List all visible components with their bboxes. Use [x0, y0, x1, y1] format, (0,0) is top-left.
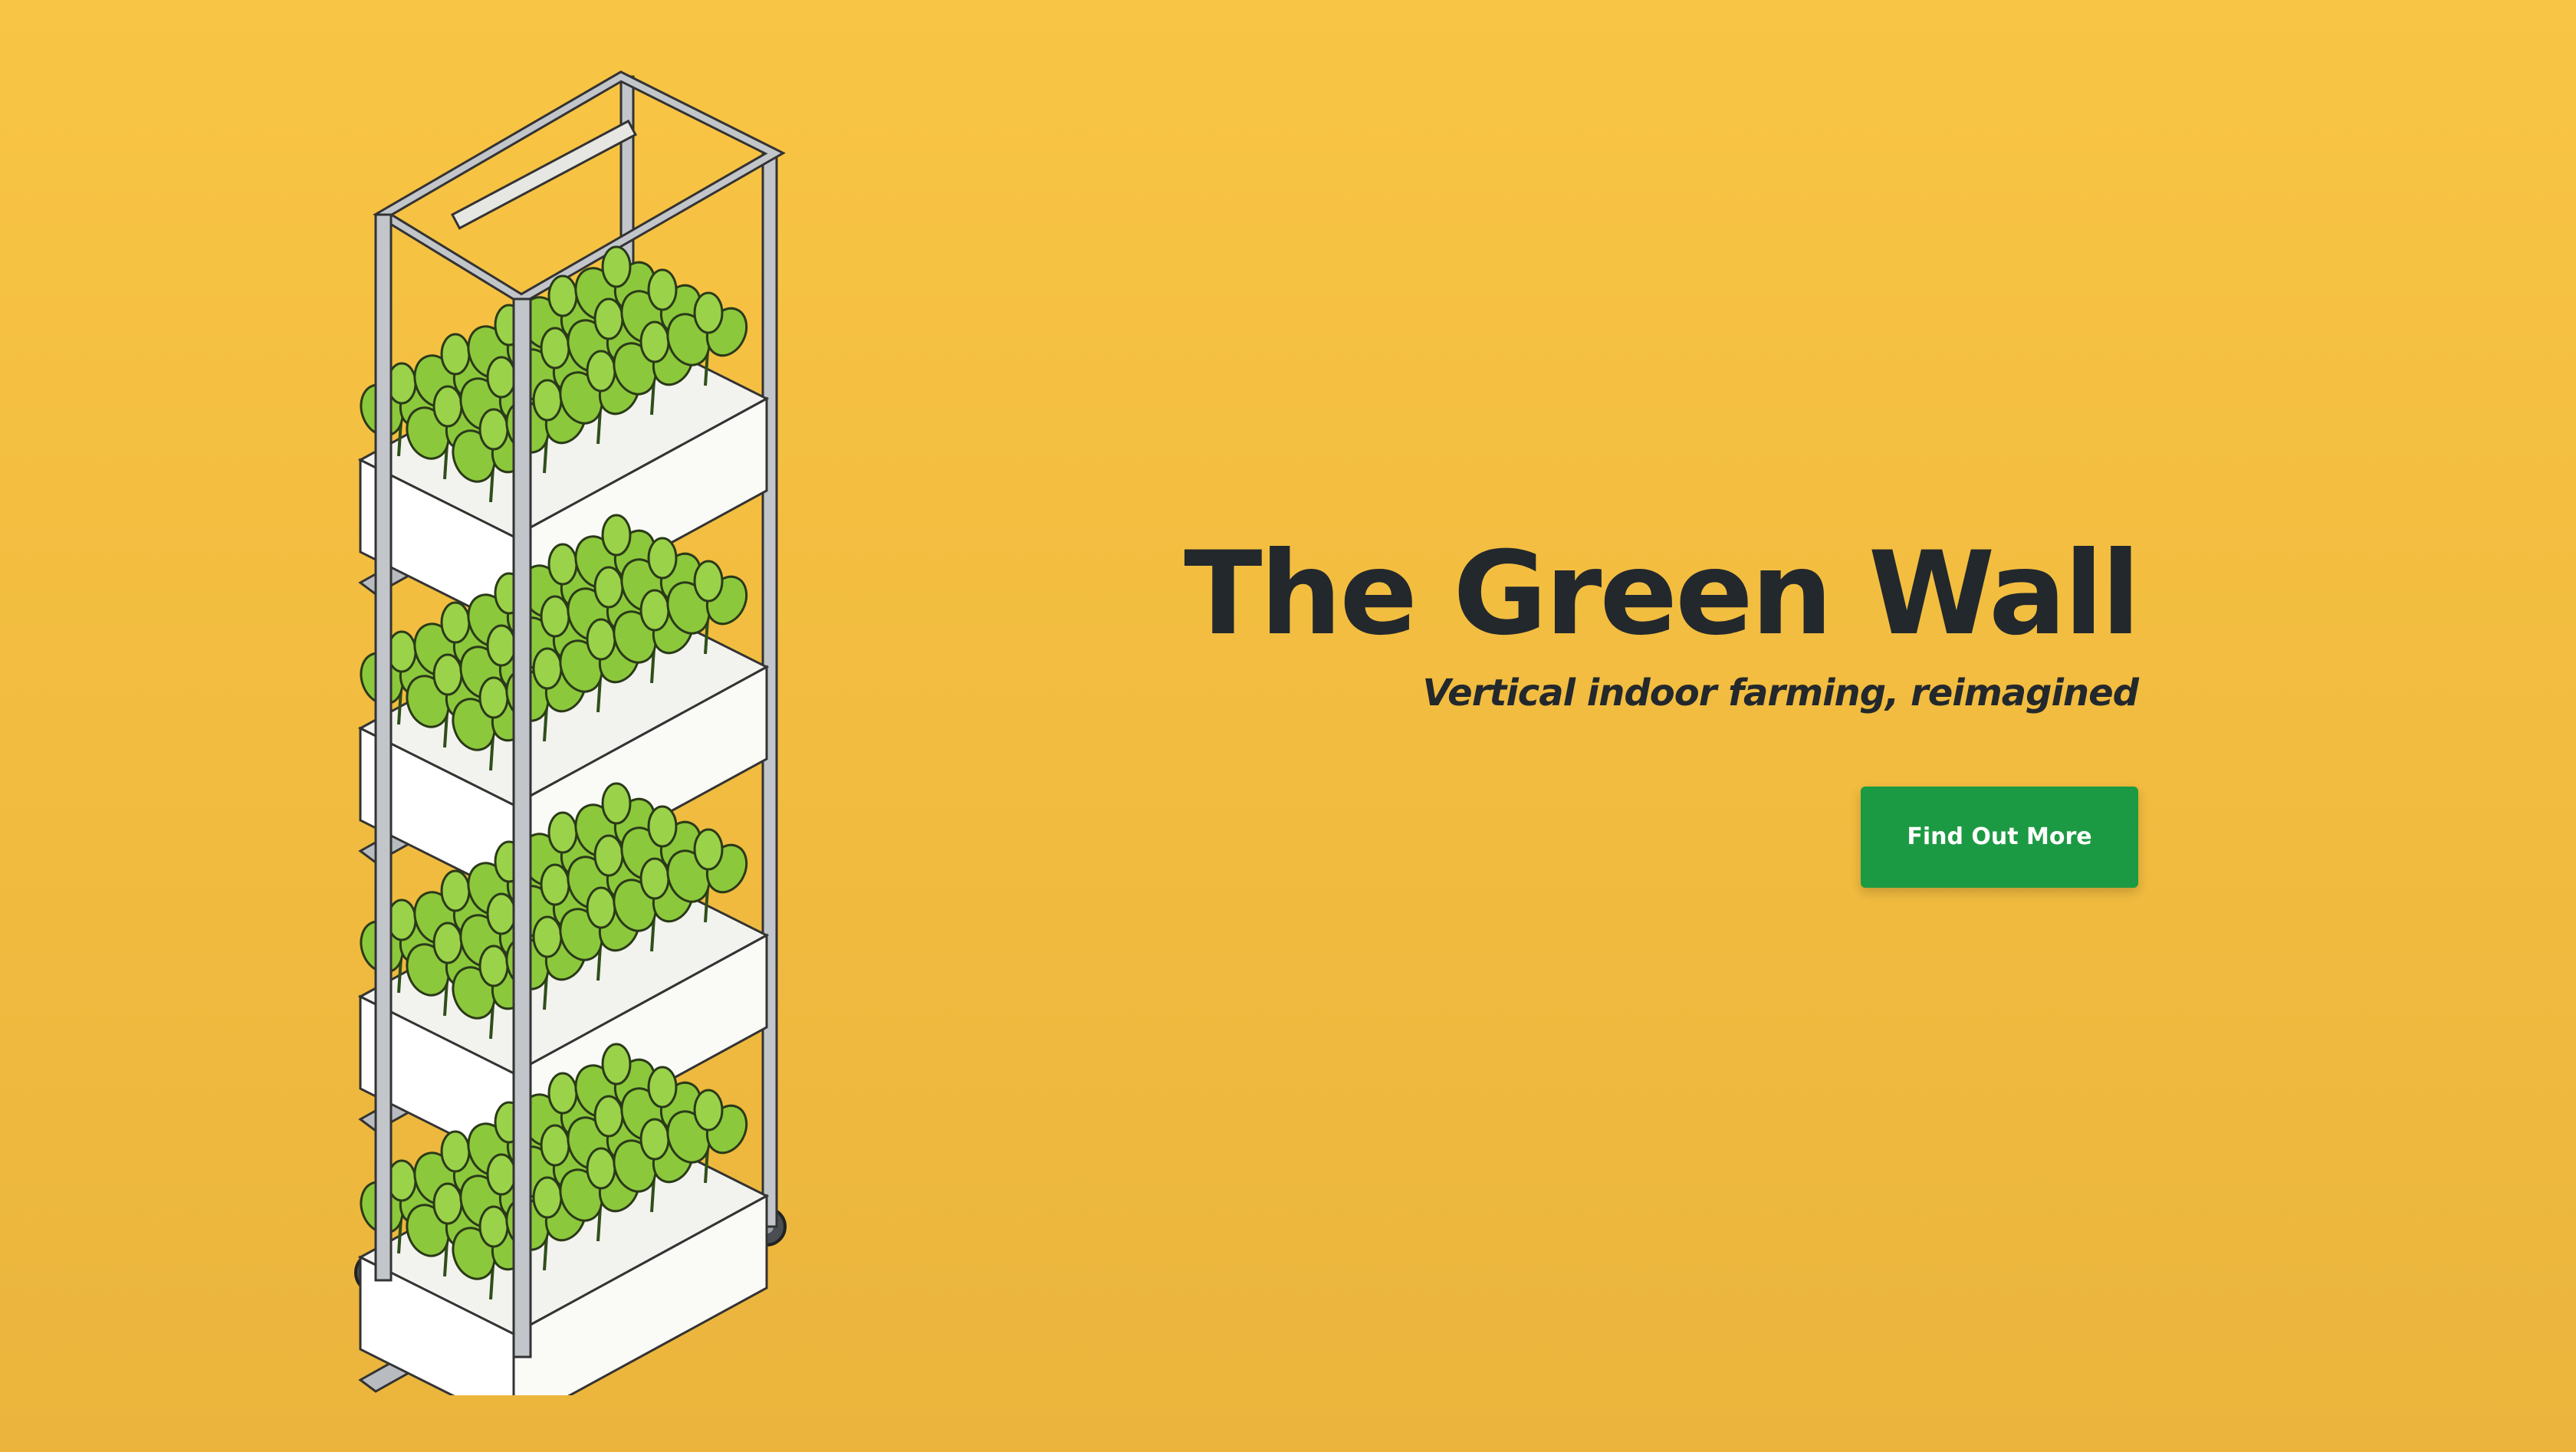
- frame-post: [512, 297, 532, 1358]
- page-title: The Green Wall: [1184, 527, 2141, 661]
- green-wall-rack-illustration: [330, 61, 805, 1395]
- find-out-more-button[interactable]: Find Out More: [1861, 786, 2138, 888]
- frame-post: [374, 213, 393, 1282]
- hero-section: The Green Wall Vertical indoor farming, …: [0, 0, 2576, 1452]
- hero-copy: The Green Wall Vertical indoor farming, …: [1184, 527, 2141, 888]
- page-subtitle: Vertical indoor farming, reimagined: [1422, 672, 2139, 715]
- grow-light: [450, 119, 637, 230]
